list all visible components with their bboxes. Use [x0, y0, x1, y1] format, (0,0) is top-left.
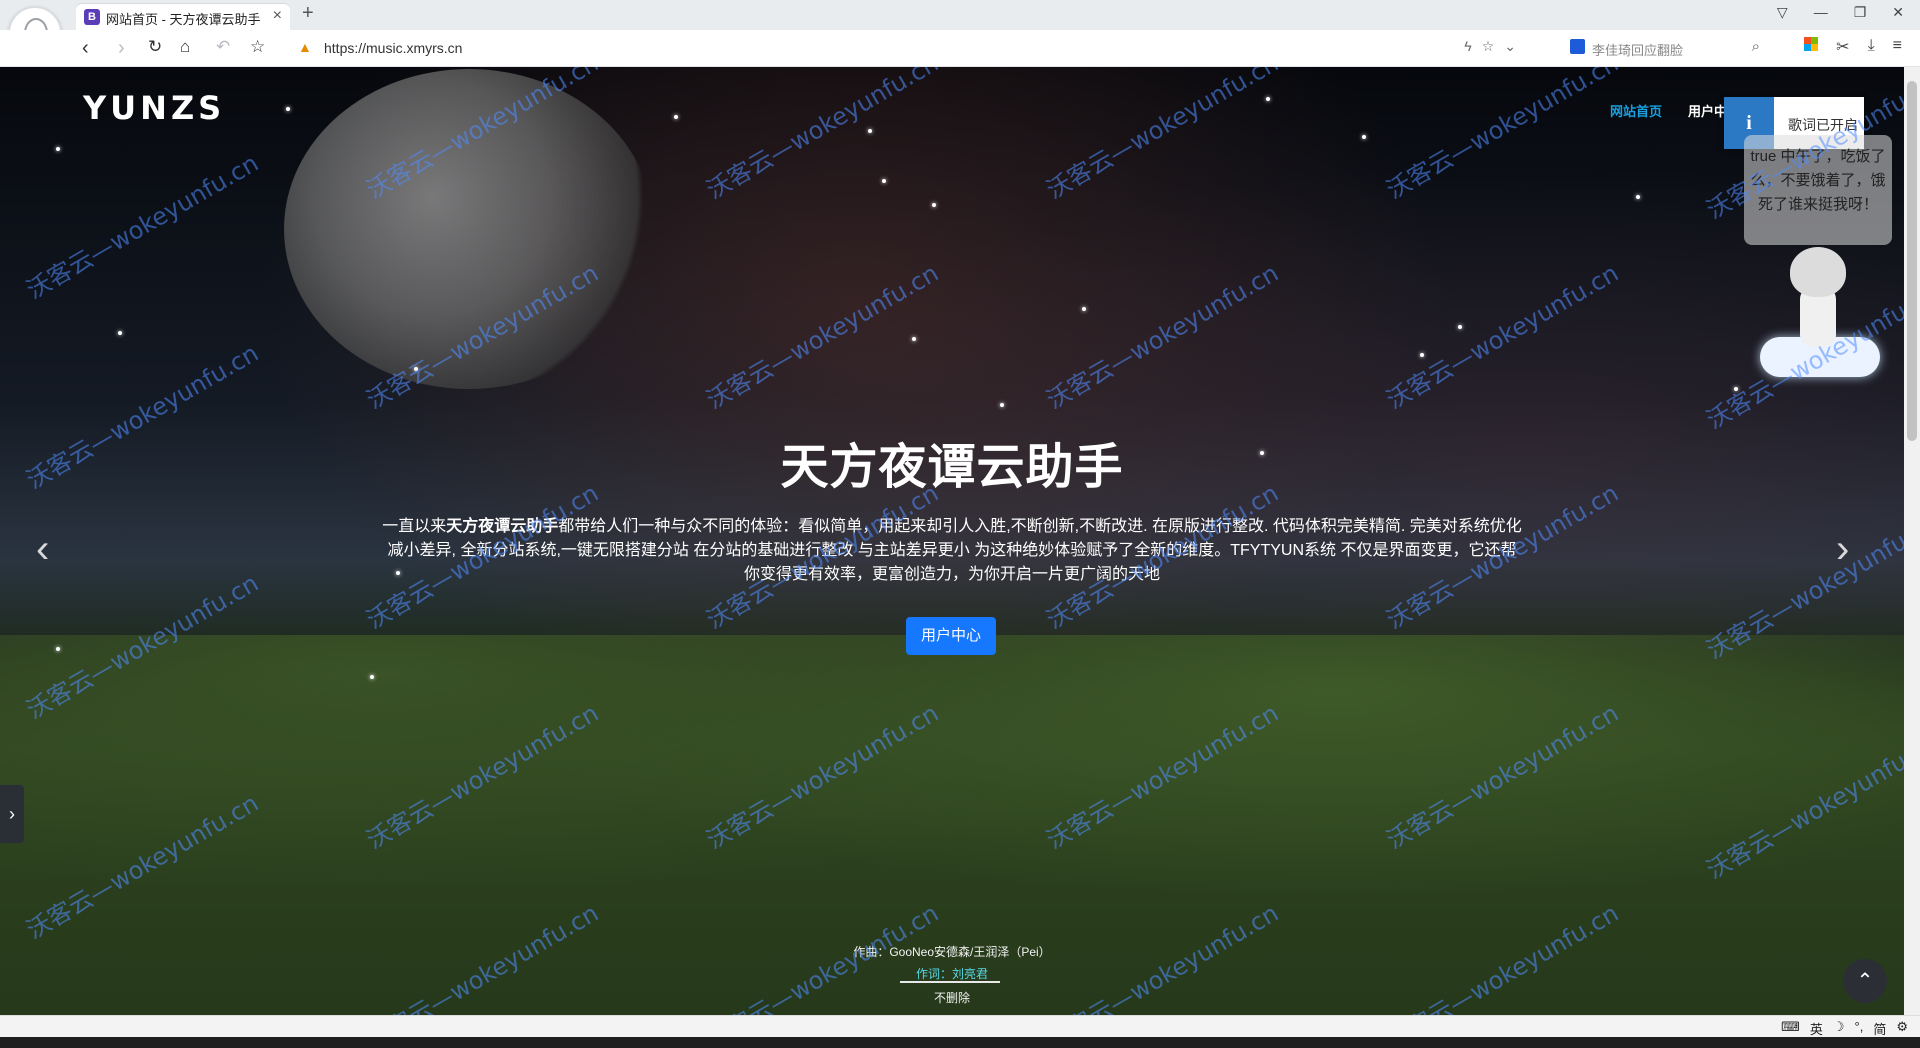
side-drawer-toggle[interactable]: › — [0, 785, 24, 843]
home-icon[interactable]: ⌂ — [180, 37, 190, 57]
pin-icon[interactable]: ▽ — [1777, 4, 1788, 21]
search-input[interactable]: 李佳琦回应翻脸 — [1592, 40, 1683, 59]
carousel-next-icon[interactable]: › — [1836, 527, 1849, 572]
moon-mode-icon[interactable]: ☽ — [1833, 1019, 1845, 1038]
hero-desc-rest: 都带给人们一种与众不同的体验：看似简单，用起来却引人入胜,不断创新,不断改进. … — [387, 518, 1522, 583]
settings-gear-icon[interactable]: ⚙ — [1896, 1019, 1908, 1038]
ime-language[interactable]: 英 — [1810, 1019, 1823, 1038]
lock-icon: ▲ — [298, 39, 312, 55]
forward-icon[interactable]: › — [118, 37, 125, 60]
menu-icon[interactable]: ≡ — [1893, 37, 1902, 57]
window-controls: ▽ — ❐ ✕ — [1777, 4, 1904, 21]
tab-bar: B 网站首页 - 天方夜谭云助手 × + ▽ — ❐ ✕ — [0, 0, 1920, 31]
url-text: https://music.xmyrs.cn — [324, 40, 463, 56]
close-tab-icon[interactable]: × — [273, 7, 282, 25]
status-bar: ⌨ 英 ☽ °, 简 ⚙ — [0, 1015, 1920, 1038]
favorite-icon[interactable]: ☆ — [1482, 38, 1495, 55]
page-viewport: YUNZS 网站首页 用户中 i 歌词已开启 true 中午了，吃饭了么，不要饿… — [0, 67, 1904, 1015]
scrollbar-thumb[interactable] — [1907, 81, 1917, 441]
scissors-icon[interactable]: ✂ — [1836, 37, 1849, 57]
hero-desc-bold: 天方夜谭云助手 — [446, 518, 559, 535]
page-scrollbar[interactable] — [1904, 67, 1920, 1015]
search-engine-icon — [1570, 39, 1585, 54]
ime-mode[interactable]: 简 — [1873, 1019, 1886, 1038]
punctuation-icon[interactable]: °, — [1855, 1019, 1864, 1038]
hero-section: 天方夜谭云助手 一直以来天方夜谭云助手都带给人们一种与众不同的体验：看似简单，用… — [0, 67, 1904, 1015]
system-tray: ⌨ 英 ☽ °, 简 ⚙ — [1781, 1019, 1908, 1038]
lyric-progress-bar — [900, 981, 1000, 983]
tab-title: 网站首页 - 天方夜谭云助手 — [106, 12, 261, 27]
address-actions: ϟ ☆ ⌄ — [1464, 38, 1516, 55]
bookmark-star-icon[interactable]: ☆ — [250, 37, 265, 57]
hero-description: 一直以来天方夜谭云助手都带给人们一种与众不同的体验：看似简单，用起来却引人入胜,… — [380, 515, 1524, 587]
reload-icon[interactable]: ↻ — [148, 37, 162, 57]
back-to-top-button[interactable]: ⌃ — [1843, 959, 1887, 1003]
undo-icon[interactable]: ↶ — [216, 37, 230, 57]
lightning-icon[interactable]: ϟ — [1464, 38, 1471, 55]
lyric-line-current: 不删除 — [933, 991, 970, 1005]
browser-tab[interactable]: B 网站首页 - 天方夜谭云助手 × — [76, 4, 290, 30]
download-icon[interactable]: ⤓ — [1868, 37, 1875, 57]
restore-icon[interactable]: ❐ — [1854, 4, 1867, 21]
apps-icon[interactable] — [1804, 37, 1819, 51]
site-favicon: B — [84, 9, 100, 25]
keyboard-icon[interactable]: ⌨ — [1781, 1019, 1800, 1038]
search-box[interactable]: 李佳琦回应翻脸 ⌕ — [1566, 35, 1766, 61]
hero-title: 天方夜谭云助手 — [780, 441, 1124, 494]
taskbar — [0, 1037, 1920, 1048]
chevron-down-icon[interactable]: ⌄ — [1504, 38, 1516, 55]
close-window-icon[interactable]: ✕ — [1892, 4, 1904, 21]
address-bar[interactable]: ▲ https://music.xmyrs.cn ϟ ☆ ⌄ — [292, 35, 1522, 61]
user-center-button[interactable]: 用户中心 — [906, 617, 996, 655]
search-icon[interactable]: ⌕ — [1752, 38, 1760, 55]
lyric-line-lyricist: 作词：刘亮君 — [915, 967, 988, 981]
extension-bar: ✂ ⤓ ≡ — [1804, 37, 1902, 57]
new-tab-icon[interactable]: + — [302, 2, 314, 25]
back-icon[interactable]: ‹ — [82, 37, 89, 60]
hero-desc-prefix: 一直以来 — [382, 518, 447, 535]
lyric-line-composer: 作曲：GooNeo安德森/王润泽（Pei） — [853, 945, 1051, 959]
minimize-icon[interactable]: — — [1814, 4, 1828, 21]
browser-toolbar: ‹ › ↻ ⌂ ↶ ☆ ▲ https://music.xmyrs.cn ϟ ☆… — [0, 30, 1920, 67]
carousel-prev-icon[interactable]: ‹ — [36, 527, 49, 572]
